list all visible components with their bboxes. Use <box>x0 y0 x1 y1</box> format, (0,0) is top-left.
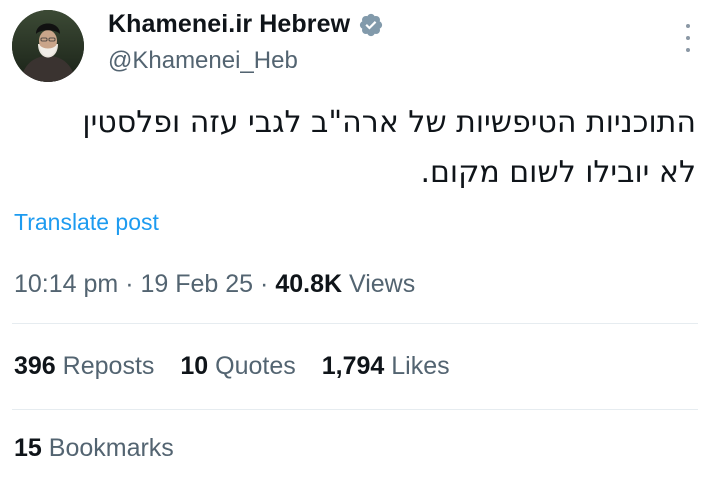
tweet-time[interactable]: 10:14 pm <box>14 270 118 298</box>
more-options-icon[interactable] <box>684 24 692 52</box>
avatar-portrait-image <box>12 10 84 82</box>
likes-label: Likes <box>391 352 450 380</box>
likes-count: 1,794 <box>321 352 385 380</box>
views-label: Views <box>348 270 416 298</box>
meta-separator: · <box>260 270 269 298</box>
views-count: 40.8K <box>275 270 343 298</box>
reposts-stat[interactable]: 396 Reposts <box>14 352 154 381</box>
verified-badge-icon[interactable] <box>358 12 384 38</box>
reposts-label: Reposts <box>62 352 155 380</box>
bookmarks-stat[interactable]: 15 Bookmarks <box>14 434 174 463</box>
quotes-stat[interactable]: 10 Quotes <box>180 352 295 381</box>
meta-separator: · <box>125 270 134 298</box>
tweet-meta: 10:14 pm · 19 Feb 25 · 40.8K Views <box>14 270 415 299</box>
quotes-label: Quotes <box>215 352 296 380</box>
tweet-text: התוכניות הטיפשיות של ארה"ב לגבי עזה ופלס… <box>12 98 696 198</box>
engagement-stats: 396 Reposts 10 Quotes 1,794 Likes <box>14 352 450 381</box>
author-handle[interactable]: @Khamenei_Heb <box>108 47 298 75</box>
quotes-count: 10 <box>180 352 209 380</box>
likes-stat[interactable]: 1,794 Likes <box>322 352 450 381</box>
translate-post-link[interactable]: Translate post <box>14 209 159 236</box>
tweet-text-line: התוכניות הטיפשיות של ארה"ב לגבי עזה ופלס… <box>82 105 696 140</box>
bookmarks-count: 15 <box>14 434 42 462</box>
reposts-count: 396 <box>14 352 56 380</box>
tweet-text-line: לא יובילו לשום מקום. <box>420 155 696 190</box>
tweet-date[interactable]: 19 Feb 25 <box>140 270 253 298</box>
author-display-name[interactable]: Khamenei.ir Hebrew <box>108 10 350 39</box>
divider <box>12 323 698 324</box>
bookmarks-label: Bookmarks <box>48 434 174 462</box>
avatar[interactable] <box>12 10 84 82</box>
divider <box>12 409 698 410</box>
author-name-row: Khamenei.ir Hebrew <box>108 10 384 39</box>
